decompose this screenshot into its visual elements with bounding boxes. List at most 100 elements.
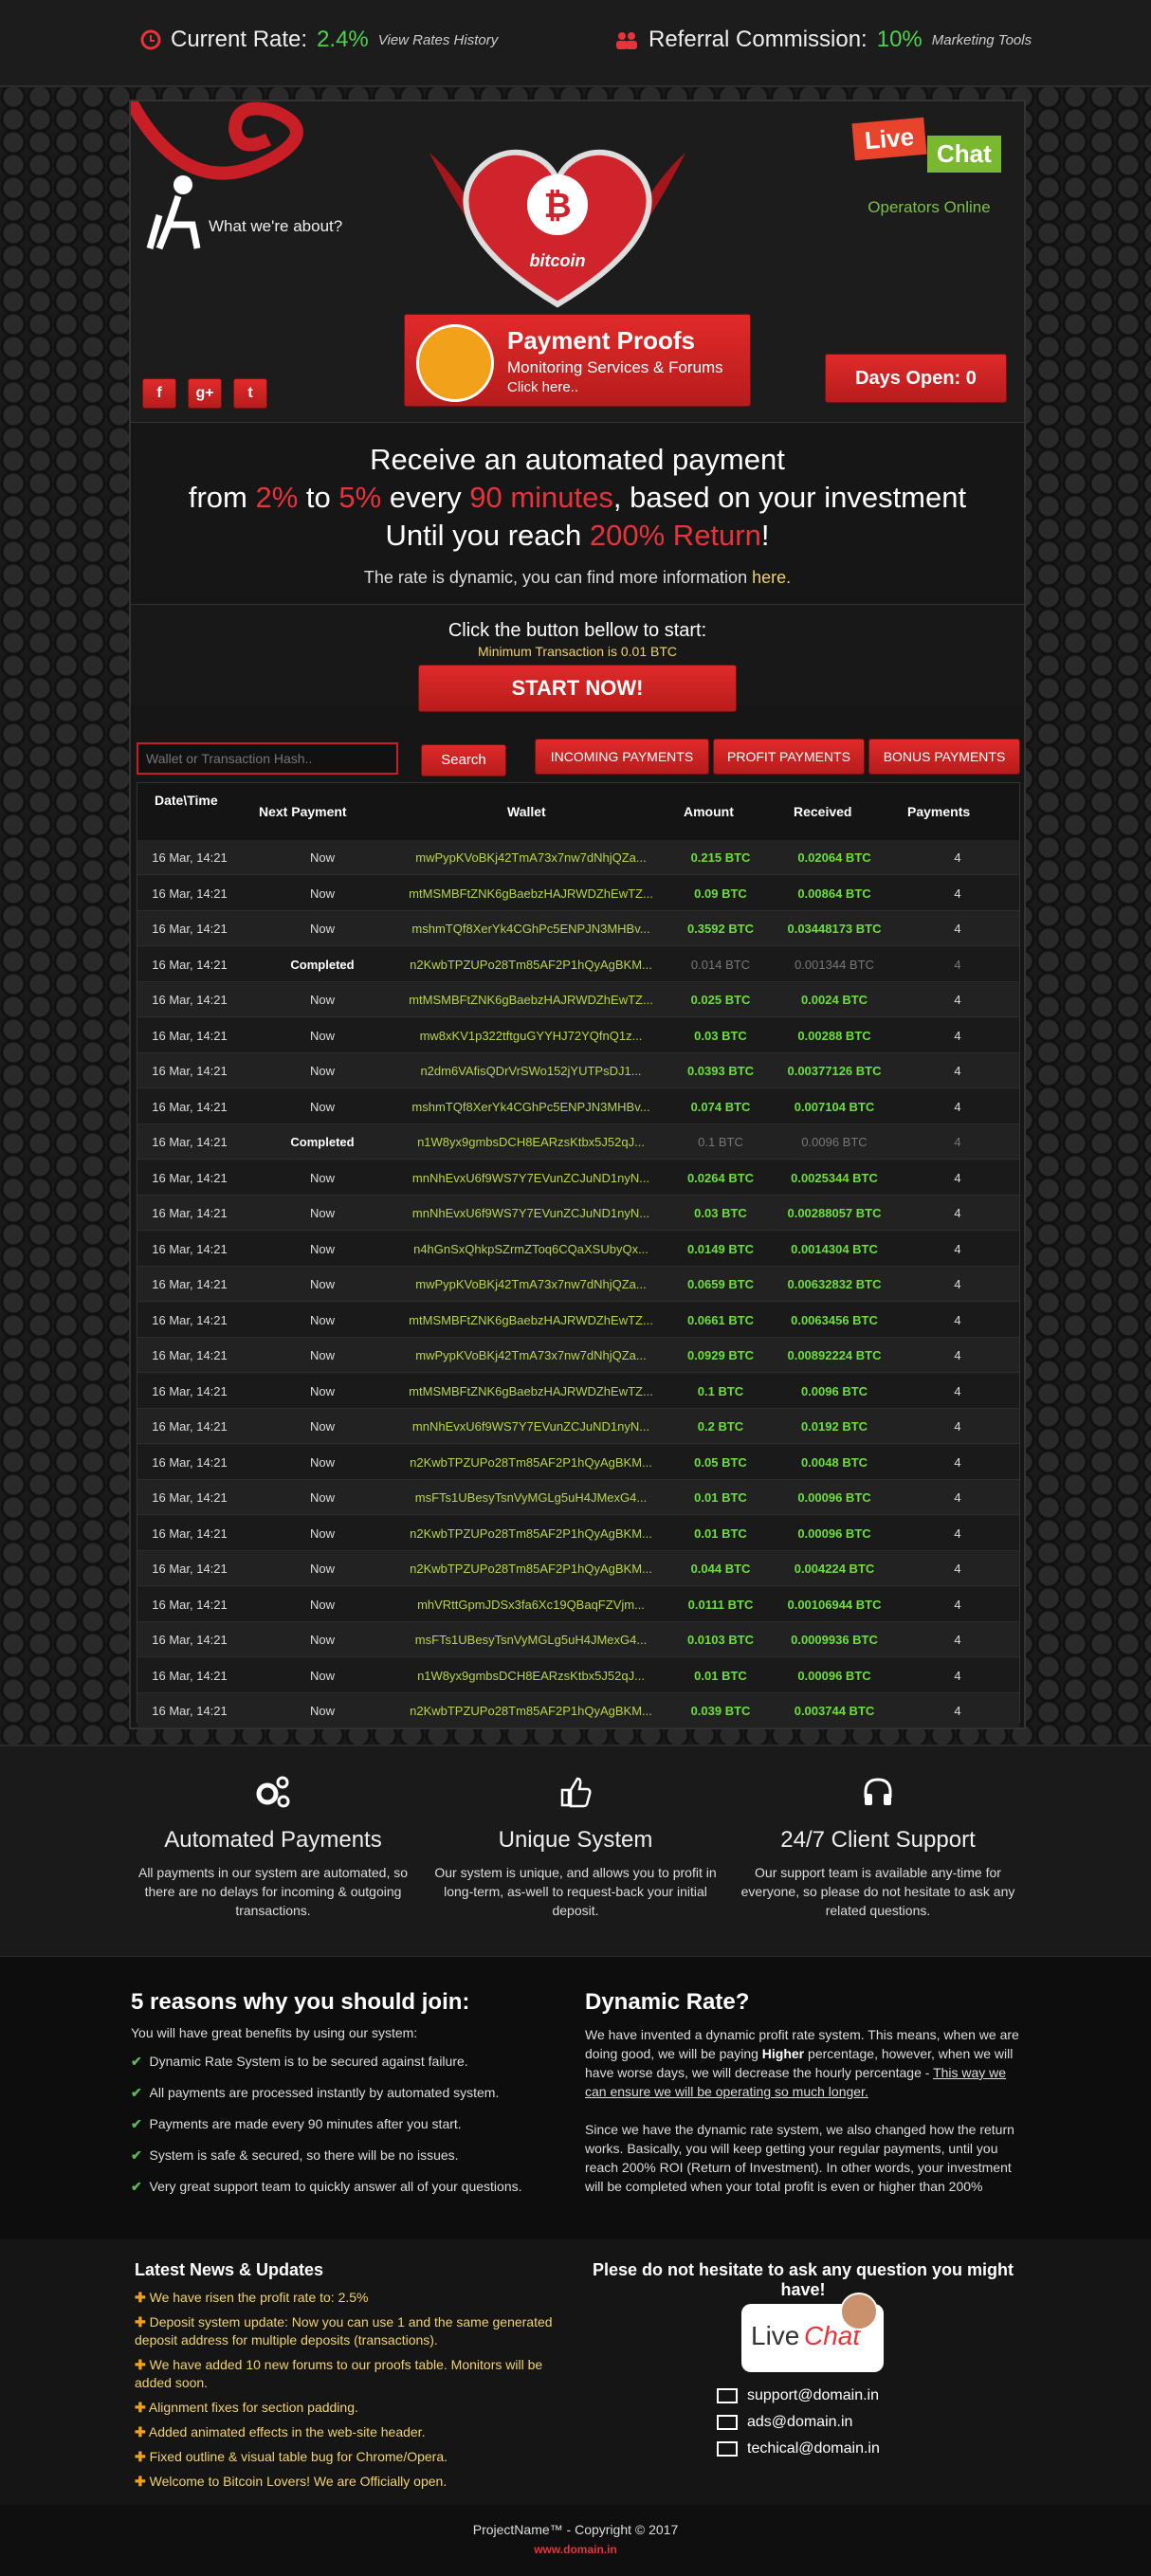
cell-next-payment: Now: [309, 1562, 335, 1576]
header-payments[interactable]: Payments: [907, 804, 970, 819]
google-plus-icon[interactable]: g+: [188, 378, 222, 409]
info-here-link[interactable]: here.: [752, 568, 791, 587]
cell-wallet[interactable]: mnNhEvxU6f9WS7Y7EVunZCJuND1nyN...: [393, 1206, 668, 1220]
cell-date: 16 Mar, 14:21: [152, 1206, 228, 1220]
table-row[interactable]: 16 Mar, 14:21 Now n2KwbTPZUPo28Tm85AF2P1hQ…: [137, 1444, 1019, 1480]
email-item[interactable]: techical@domain.in: [717, 2440, 880, 2457]
twitter-icon[interactable]: t: [233, 378, 267, 409]
marketing-tools-link[interactable]: Marketing Tools: [932, 32, 1032, 48]
table-row[interactable]: 16 Mar, 14:21 Completed n1W8yx9gmbsDCH8EAR…: [137, 1124, 1019, 1160]
news-item: ✚ Alignment fixes for section padding.: [135, 2400, 358, 2415]
search-button[interactable]: Search: [421, 744, 506, 776]
cell-amount: 0.01 BTC: [694, 1526, 747, 1541]
cell-wallet[interactable]: mwPypKVoBKj42TmA73x7nw7dNhjQZa...: [393, 850, 668, 865]
table-row[interactable]: 16 Mar, 14:21 Now n1W8yx9gmbsDCH8EARzsKtbx…: [137, 1657, 1019, 1693]
live-chat-widget[interactable]: Live Chat Operators Online: [851, 117, 1005, 217]
cell-wallet[interactable]: n2KwbTPZUPo28Tm85AF2P1hQyAgBKM...: [393, 958, 668, 972]
cell-wallet[interactable]: n2dm6VAfisQDrVrSWo152jYUTPsDJ1...: [393, 1064, 668, 1078]
facebook-icon[interactable]: f: [142, 378, 176, 409]
cell-date: 16 Mar, 14:21: [152, 1419, 228, 1434]
cell-wallet[interactable]: msFTs1UBesyTsnVyMGLg5uH4JMexG4...: [393, 1633, 668, 1647]
table-row[interactable]: 16 Mar, 14:21 Now msFTs1UBesyTsnVyMGLg5uH4…: [137, 1480, 1019, 1515]
cell-wallet[interactable]: mhVRttGpmJDSx3fa6Xc19QBaqFZVjm...: [393, 1598, 668, 1612]
cell-wallet[interactable]: mwPypKVoBKj42TmA73x7nw7dNhjQZa...: [393, 1277, 668, 1291]
table-row[interactable]: 16 Mar, 14:21 Now mwPypKVoBKj42TmA73x7nw7d…: [137, 1338, 1019, 1373]
header-next-payment[interactable]: Next Payment: [259, 804, 347, 819]
cell-wallet[interactable]: msFTs1UBesyTsnVyMGLg5uH4JMexG4...: [393, 1490, 668, 1505]
header-datetime[interactable]: Date\Time: [155, 793, 218, 808]
tab-incoming-payments[interactable]: INCOMING PAYMENTS: [535, 739, 709, 775]
cell-wallet[interactable]: mtMSMBFtZNK6gBaebzHAJRWDZhEwTZ...: [393, 1384, 668, 1398]
cell-wallet[interactable]: n1W8yx9gmbsDCH8EARzsKtbx5J52qJ...: [393, 1669, 668, 1683]
plus-icon: ✚: [135, 2400, 146, 2415]
email-item[interactable]: support@domain.in: [717, 2387, 880, 2404]
payment-proofs-banner[interactable]: Payment Proofs Monitoring Services & For…: [404, 314, 751, 407]
table-row[interactable]: 16 Mar, 14:21 Now n2dm6VAfisQDrVrSWo152jYU…: [137, 1053, 1019, 1088]
cell-next-payment: Now: [309, 1348, 335, 1362]
tab-bonus-payments[interactable]: BONUS PAYMENTS: [868, 739, 1020, 775]
start-now-button[interactable]: START NOW!: [418, 665, 737, 712]
table-row[interactable]: 16 Mar, 14:21 Now n2KwbTPZUPo28Tm85AF2P1hQ…: [137, 1515, 1019, 1551]
cell-wallet[interactable]: n2KwbTPZUPo28Tm85AF2P1hQyAgBKM...: [393, 1704, 668, 1718]
cell-date: 16 Mar, 14:21: [152, 1348, 228, 1362]
feature-automated: Automated Payments All payments in our s…: [131, 1775, 415, 1920]
table-row[interactable]: 16 Mar, 14:21 Now mnNhEvxU6f9WS7Y7EVunZCJu…: [137, 1160, 1019, 1196]
cell-wallet[interactable]: mwPypKVoBKj42TmA73x7nw7dNhjQZa...: [393, 1348, 668, 1362]
cell-date: 16 Mar, 14:21: [152, 922, 228, 936]
cell-wallet[interactable]: mtMSMBFtZNK6gBaebzHAJRWDZhEwTZ...: [393, 886, 668, 901]
cell-wallet[interactable]: mw8xKV1p322tftguGYYHJ72YQfnQ1z...: [393, 1029, 668, 1043]
news-item: ✚ We have risen the profit rate to: 2.5%: [135, 2290, 369, 2305]
table-row[interactable]: 16 Mar, 14:21 Now n4hGnSxQhkpSZrmZToq6CQaX…: [137, 1231, 1019, 1267]
table-row[interactable]: 16 Mar, 14:21 Now mtMSMBFtZNK6gBaebzHAJRWD…: [137, 1373, 1019, 1409]
tab-profit-payments[interactable]: PROFIT PAYMENTS: [713, 739, 865, 775]
table-row[interactable]: 16 Mar, 14:21 Now mnNhEvxU6f9WS7Y7EVunZCJu…: [137, 1196, 1019, 1231]
table-row[interactable]: 16 Mar, 14:21 Now mhVRttGpmJDSx3fa6Xc19QBa…: [137, 1586, 1019, 1622]
cell-wallet[interactable]: n2KwbTPZUPo28Tm85AF2P1hQyAgBKM...: [393, 1562, 668, 1576]
cell-wallet[interactable]: mtMSMBFtZNK6gBaebzHAJRWDZhEwTZ...: [393, 1313, 668, 1327]
plus-icon: ✚: [135, 2357, 146, 2372]
cell-wallet[interactable]: mtMSMBFtZNK6gBaebzHAJRWDZhEwTZ...: [393, 993, 668, 1007]
cell-payments: 4: [954, 1383, 961, 1398]
cell-wallet[interactable]: n2KwbTPZUPo28Tm85AF2P1hQyAgBKM...: [393, 1455, 668, 1470]
cell-amount: 0.1 BTC: [697, 1383, 744, 1398]
header-amount[interactable]: Amount: [684, 804, 734, 819]
cell-wallet[interactable]: n4hGnSxQhkpSZrmZToq6CQaXSUbyQx...: [393, 1242, 668, 1256]
bitcoin-heart-logo[interactable]: ₿ bitcoin: [425, 115, 690, 314]
cell-wallet[interactable]: mnNhEvxU6f9WS7Y7EVunZCJuND1nyN...: [393, 1419, 668, 1434]
cell-wallet[interactable]: n1W8yx9gmbsDCH8EARzsKtbx5J52qJ...: [393, 1135, 668, 1149]
table-row[interactable]: 16 Mar, 14:21 Now n2KwbTPZUPo28Tm85AF2P1hQ…: [137, 1693, 1019, 1728]
table-row[interactable]: 16 Mar, 14:21 Now mshmTQf8XerYk4CGhPc5ENPJ…: [137, 911, 1019, 946]
cell-received: 0.00377126 BTC: [787, 1064, 882, 1078]
cell-date: 16 Mar, 14:21: [152, 1064, 228, 1078]
table-row[interactable]: 16 Mar, 14:21 Now msFTs1UBesyTsnVyMGLg5uH4…: [137, 1622, 1019, 1657]
table-row[interactable]: 16 Mar, 14:21 Now mtMSMBFtZNK6gBaebzHAJRWD…: [137, 1302, 1019, 1338]
cell-wallet[interactable]: mnNhEvxU6f9WS7Y7EVunZCJuND1nyN...: [393, 1171, 668, 1185]
rate-label: Current Rate:: [171, 27, 308, 52]
reasons-list: ✔ Dynamic Rate System is to be secured a…: [131, 2054, 548, 2210]
header-wallet[interactable]: Wallet: [507, 804, 546, 819]
live-chat-logo[interactable]: Live Chat: [741, 2293, 884, 2372]
table-row[interactable]: 16 Mar, 14:21 Now mnNhEvxU6f9WS7Y7EVunZCJu…: [137, 1409, 1019, 1444]
footer-domain-link[interactable]: www.domain.in: [0, 2543, 1151, 2556]
cell-wallet[interactable]: mshmTQf8XerYk4CGhPc5ENPJN3MHBv...: [393, 1100, 668, 1114]
table-row[interactable]: 16 Mar, 14:21 Now mshmTQf8XerYk4CGhPc5ENPJ…: [137, 1088, 1019, 1124]
table-row[interactable]: 16 Mar, 14:21 Now mw8xKV1p322tftguGYYHJ72Y…: [137, 1017, 1019, 1053]
cell-wallet[interactable]: n2KwbTPZUPo28Tm85AF2P1hQyAgBKM...: [393, 1526, 668, 1541]
check-icon: ✔: [131, 2179, 142, 2194]
cell-received: 0.00288 BTC: [797, 1028, 871, 1043]
table-row[interactable]: 16 Mar, 14:21 Now mwPypKVoBKj42TmA73x7nw7d…: [137, 1267, 1019, 1302]
table-row[interactable]: 16 Mar, 14:21 Now n2KwbTPZUPo28Tm85AF2P1hQ…: [137, 1551, 1019, 1586]
cell-wallet[interactable]: mshmTQf8XerYk4CGhPc5ENPJN3MHBv...: [393, 922, 668, 936]
table-row[interactable]: 16 Mar, 14:21 Now mtMSMBFtZNK6gBaebzHAJRWD…: [137, 875, 1019, 911]
about-link[interactable]: What we're about?: [209, 217, 342, 236]
email-item[interactable]: ads@domain.in: [717, 2414, 880, 2431]
cell-date: 16 Mar, 14:21: [152, 1668, 228, 1683]
cell-payments: 4: [954, 993, 961, 1007]
cell-received: 0.00096 BTC: [797, 1526, 871, 1541]
table-row[interactable]: 16 Mar, 14:21 Now mwPypKVoBKj42TmA73x7nw7d…: [137, 840, 1019, 875]
header-received[interactable]: Received: [794, 804, 851, 819]
table-row[interactable]: 16 Mar, 14:21 Completed n2KwbTPZUPo28Tm85A…: [137, 946, 1019, 982]
view-rates-history-link[interactable]: View Rates History: [378, 32, 498, 48]
table-row[interactable]: 16 Mar, 14:21 Now mtMSMBFtZNK6gBaebzHAJRWD…: [137, 982, 1019, 1017]
wallet-search-input[interactable]: [137, 742, 398, 775]
